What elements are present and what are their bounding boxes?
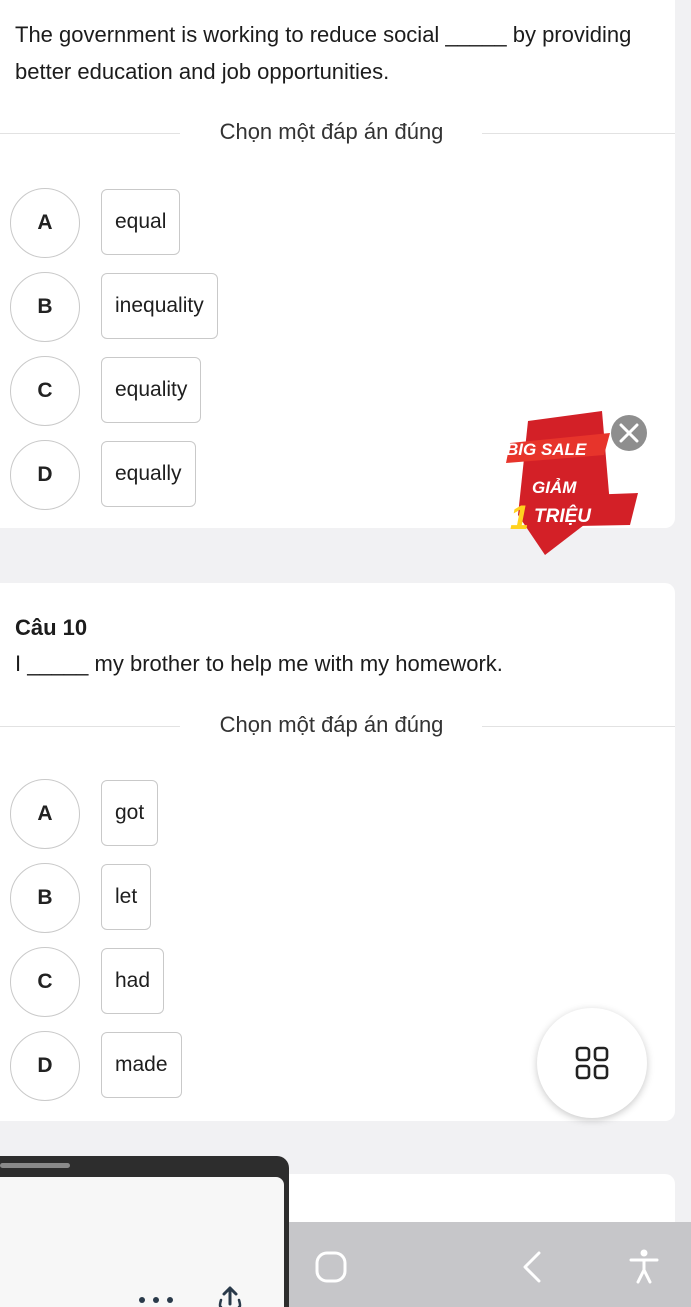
option-letter[interactable]: C [10, 356, 80, 426]
option-letter[interactable]: A [10, 779, 80, 849]
option-answer[interactable]: had [101, 948, 165, 1014]
option-letter[interactable]: D [10, 1031, 80, 1101]
option-letter[interactable]: D [10, 440, 80, 510]
question-text: The government is working to reduce soci… [15, 22, 632, 84]
home-icon[interactable] [314, 1250, 348, 1284]
option-letter[interactable]: C [10, 947, 80, 1017]
option-letter[interactable]: B [10, 272, 80, 342]
prompt-label: Chọn một đáp án đúng [219, 712, 444, 737]
promo-graphic[interactable]: BIG SALE GIẢM 1 TRIỆU [470, 405, 655, 560]
prompt-divider: Chọn một đáp án đúng [0, 711, 675, 741]
prompt-divider: Chọn một đáp án đúng [0, 118, 675, 148]
question-grid-button[interactable] [537, 1008, 647, 1118]
option-letter[interactable]: A [10, 188, 80, 258]
prompt-label: Chọn một đáp án đúng [219, 119, 444, 144]
promo-line3: TRIỆU [534, 505, 592, 527]
accessibility-icon[interactable] [628, 1248, 660, 1284]
divider-line [482, 133, 675, 134]
panel-handle[interactable] [0, 1163, 70, 1168]
grid-icon [575, 1046, 609, 1080]
close-icon[interactable] [611, 415, 647, 451]
option-answer[interactable]: equally [101, 441, 196, 507]
back-icon[interactable] [520, 1250, 544, 1284]
more-icon[interactable] [138, 1294, 178, 1304]
option-answer[interactable]: made [101, 1032, 182, 1098]
option-answer[interactable]: inequality [101, 273, 218, 339]
promo-line1: BIG SALE [506, 440, 587, 459]
bottom-overlay-panel[interactable] [0, 1156, 289, 1307]
question-title: Câu 10 [15, 615, 88, 640]
option-answer[interactable]: let [101, 864, 152, 930]
option-answer[interactable]: equality [101, 357, 202, 423]
promo-line2: GIẢM [532, 478, 577, 497]
panel-content [0, 1177, 284, 1307]
question-text: I _____ my brother to help me with my ho… [15, 651, 503, 676]
scrollbar-track[interactable] [675, 0, 691, 1222]
option-answer[interactable]: equal [101, 189, 181, 255]
option-letter[interactable]: B [10, 863, 80, 933]
big-sale-promo[interactable]: BIG SALE GIẢM 1 TRIỆU [470, 405, 655, 560]
divider-line [482, 726, 675, 727]
promo-number: 1 [510, 499, 529, 537]
share-icon[interactable] [215, 1284, 245, 1307]
option-answer[interactable]: got [101, 780, 159, 846]
